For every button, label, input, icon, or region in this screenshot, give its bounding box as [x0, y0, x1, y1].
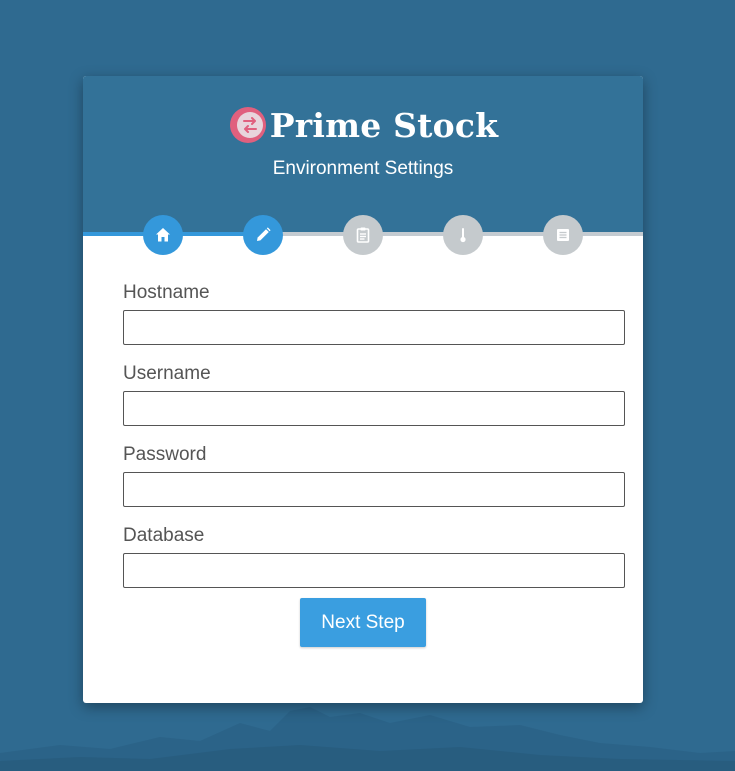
username-input[interactable]: [123, 391, 625, 426]
page-subtitle: Environment Settings: [272, 158, 454, 179]
next-step-button[interactable]: Next Step: [300, 598, 426, 647]
swap-arrows-icon: [229, 107, 266, 143]
home-icon: [156, 228, 170, 242]
step-edit[interactable]: [243, 215, 283, 255]
card-header: Prime Stock Environment Settings: [83, 76, 643, 235]
username-label: Username: [123, 363, 211, 384]
hostname-field-group: Hostname: [123, 279, 625, 345]
hostname-input[interactable]: [123, 310, 625, 345]
password-input[interactable]: [123, 472, 625, 507]
step-list[interactable]: [543, 215, 583, 255]
environment-form: Hostname Username Password Database: [123, 279, 625, 603]
step-clipboard[interactable]: [343, 215, 383, 255]
clipboard-icon: [356, 227, 370, 243]
brand: Prime Stock: [83, 102, 643, 148]
password-field-group: Password: [123, 441, 625, 507]
step-thermometer[interactable]: [443, 215, 483, 255]
mountain-background: [0, 707, 735, 771]
password-label: Password: [123, 444, 207, 465]
database-label: Database: [123, 525, 205, 546]
thermometer-icon: [460, 228, 466, 243]
database-input[interactable]: [123, 553, 625, 588]
hostname-label: Hostname: [123, 282, 210, 303]
pencil-icon: [257, 227, 271, 241]
list-icon: [557, 229, 569, 241]
username-field-group: Username: [123, 360, 625, 426]
setup-card: Prime Stock Environment Settings Hostnam…: [83, 76, 643, 703]
brand-name: Prime Stock: [269, 105, 499, 145]
database-field-group: Database: [123, 522, 625, 588]
step-home[interactable]: [143, 215, 183, 255]
